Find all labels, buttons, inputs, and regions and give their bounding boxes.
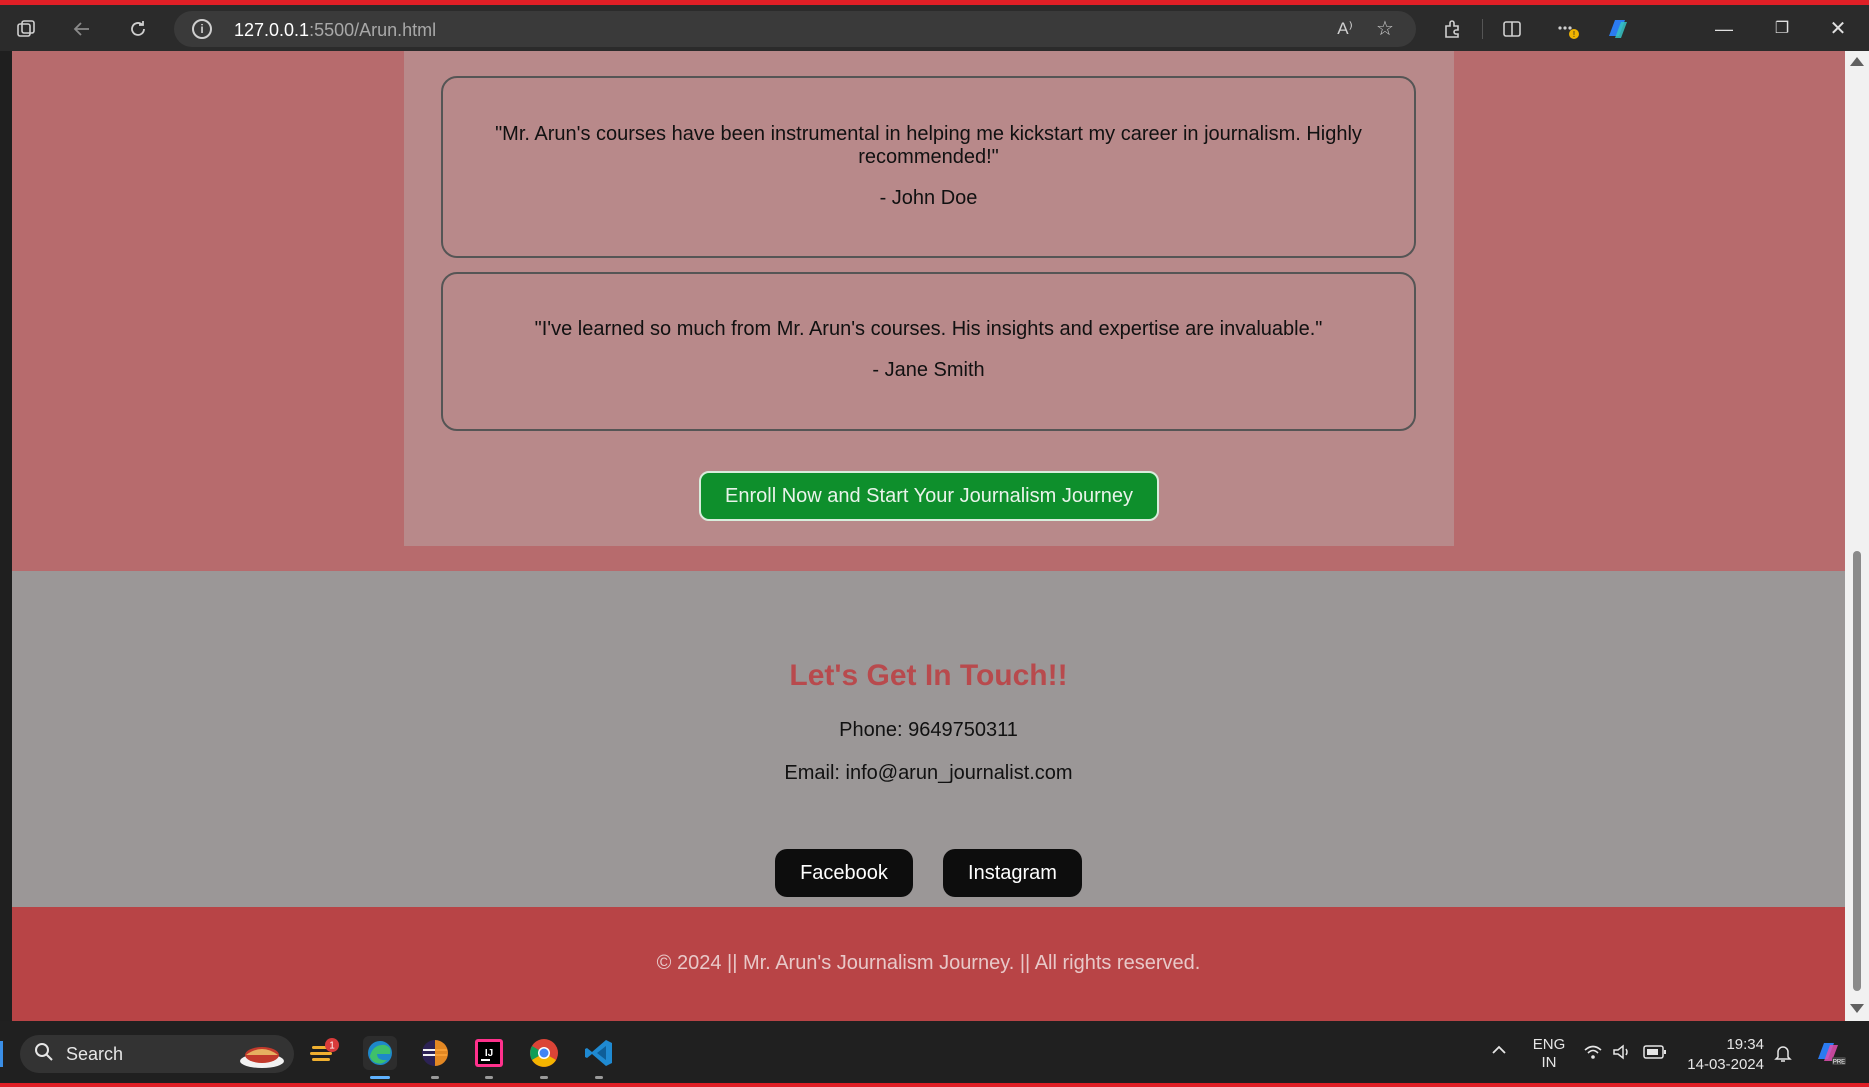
window-accent-line-bottom xyxy=(0,1083,1869,1087)
extensions-icon[interactable] xyxy=(1436,13,1468,45)
clock-time: 19:34 xyxy=(1726,1036,1764,1053)
scroll-up-icon[interactable] xyxy=(1850,57,1864,66)
settings-more-icon[interactable]: ! xyxy=(1552,13,1584,45)
language-indicator[interactable]: ENG IN xyxy=(1532,1036,1566,1072)
svg-text:PRE: PRE xyxy=(1833,1060,1845,1066)
wifi-icon[interactable] xyxy=(1583,1043,1603,1065)
scrollbar-thumb[interactable] xyxy=(1853,551,1861,991)
contact-section: Let's Get In Touch!! Phone: 9649750311 E… xyxy=(12,571,1845,907)
contact-email: Email: info@arun_journalist.com xyxy=(784,762,1073,784)
restore-icon[interactable]: ❐ xyxy=(1762,15,1802,43)
edge-browser-icon[interactable] xyxy=(363,1036,397,1070)
address-url[interactable]: 127.0.0.1:5500/Arun.html xyxy=(234,20,436,41)
split-screen-icon[interactable] xyxy=(1496,13,1528,45)
clock[interactable]: 19:34 14-03-2024 xyxy=(1682,1035,1764,1075)
page-scrollbar[interactable] xyxy=(1845,51,1869,1021)
eclipse-icon[interactable] xyxy=(418,1036,452,1070)
open-app-indicator xyxy=(540,1076,548,1079)
testimonial-author: - John Doe xyxy=(879,187,978,209)
testimonial-card: "I've learned so much from Mr. Arun's co… xyxy=(441,272,1416,431)
page-footer: © 2024 || Mr. Arun's Journalism Journey.… xyxy=(12,907,1845,1021)
search-label: Search xyxy=(66,1044,124,1064)
testimonial-quote: "Mr. Arun's courses have been instrument… xyxy=(495,123,1362,168)
scroll-down-icon[interactable] xyxy=(1850,1004,1864,1013)
battery-icon[interactable] xyxy=(1643,1044,1667,1064)
svg-text:IJ: IJ xyxy=(485,1048,493,1059)
testimonials-section: "Mr. Arun's courses have been instrument… xyxy=(404,51,1454,546)
taskbar-search[interactable]: Search xyxy=(20,1035,294,1073)
testimonial-quote: "I've learned so much from Mr. Arun's co… xyxy=(534,318,1323,340)
pie-illustration-icon xyxy=(238,1039,286,1069)
close-icon[interactable]: ✕ xyxy=(1818,15,1858,43)
intellij-icon[interactable]: IJ xyxy=(472,1036,506,1070)
svg-text:!: ! xyxy=(1573,30,1575,39)
open-app-indicator xyxy=(595,1076,603,1079)
enroll-button[interactable]: Enroll Now and Start Your Journalism Jou… xyxy=(699,471,1159,521)
windows-taskbar: Search 1 IJ ENG IN 19:34 14-03-2024 PRE xyxy=(0,1021,1869,1087)
show-hidden-icons-chevron-icon[interactable] xyxy=(1490,1043,1508,1062)
vscode-icon[interactable] xyxy=(582,1036,616,1070)
volume-icon[interactable] xyxy=(1612,1043,1632,1065)
back-icon[interactable] xyxy=(66,13,98,45)
facebook-button[interactable]: Facebook xyxy=(775,849,913,897)
clock-date: 14-03-2024 xyxy=(1687,1056,1764,1073)
toolbar-divider xyxy=(1482,19,1483,39)
search-icon xyxy=(34,1042,54,1068)
minimize-icon[interactable]: — xyxy=(1704,15,1744,43)
weather-widget-icon[interactable]: 1 xyxy=(306,1036,340,1070)
tab-actions-icon[interactable] xyxy=(10,13,42,45)
browser-toolbar: i 127.0.0.1:5500/Arun.html A⁾ ☆ ! — ❐ ✕ xyxy=(0,5,1869,51)
contact-phone: Phone: 9649750311 xyxy=(839,719,1018,741)
read-aloud-icon[interactable]: A⁾ xyxy=(1330,15,1360,43)
contact-heading: Let's Get In Touch!! xyxy=(789,659,1068,692)
start-edge-indicator xyxy=(0,1041,3,1067)
active-app-indicator xyxy=(370,1076,390,1079)
testimonial-author: - Jane Smith xyxy=(872,359,985,381)
testimonial-card: "Mr. Arun's courses have been instrument… xyxy=(441,76,1416,258)
refresh-icon[interactable] xyxy=(122,13,154,45)
favorite-star-icon[interactable]: ☆ xyxy=(1370,15,1400,43)
language-code: ENG xyxy=(1532,1036,1566,1053)
site-info-icon[interactable]: i xyxy=(192,19,212,39)
copilot-pre-icon[interactable]: PRE xyxy=(1812,1037,1846,1071)
instagram-button[interactable]: Instagram xyxy=(943,849,1082,897)
open-app-indicator xyxy=(431,1076,439,1079)
chrome-icon[interactable] xyxy=(527,1036,561,1070)
notifications-icon[interactable] xyxy=(1774,1043,1792,1067)
address-bar[interactable]: i 127.0.0.1:5500/Arun.html A⁾ ☆ xyxy=(174,11,1416,47)
copilot-icon[interactable] xyxy=(1602,13,1634,45)
open-app-indicator xyxy=(485,1076,493,1079)
language-region: IN xyxy=(1541,1054,1557,1071)
notification-badge: 1 xyxy=(329,1041,335,1052)
copyright-text: © 2024 || Mr. Arun's Journalism Journey.… xyxy=(656,952,1201,974)
page-viewport: "Mr. Arun's courses have been instrument… xyxy=(12,51,1845,1021)
